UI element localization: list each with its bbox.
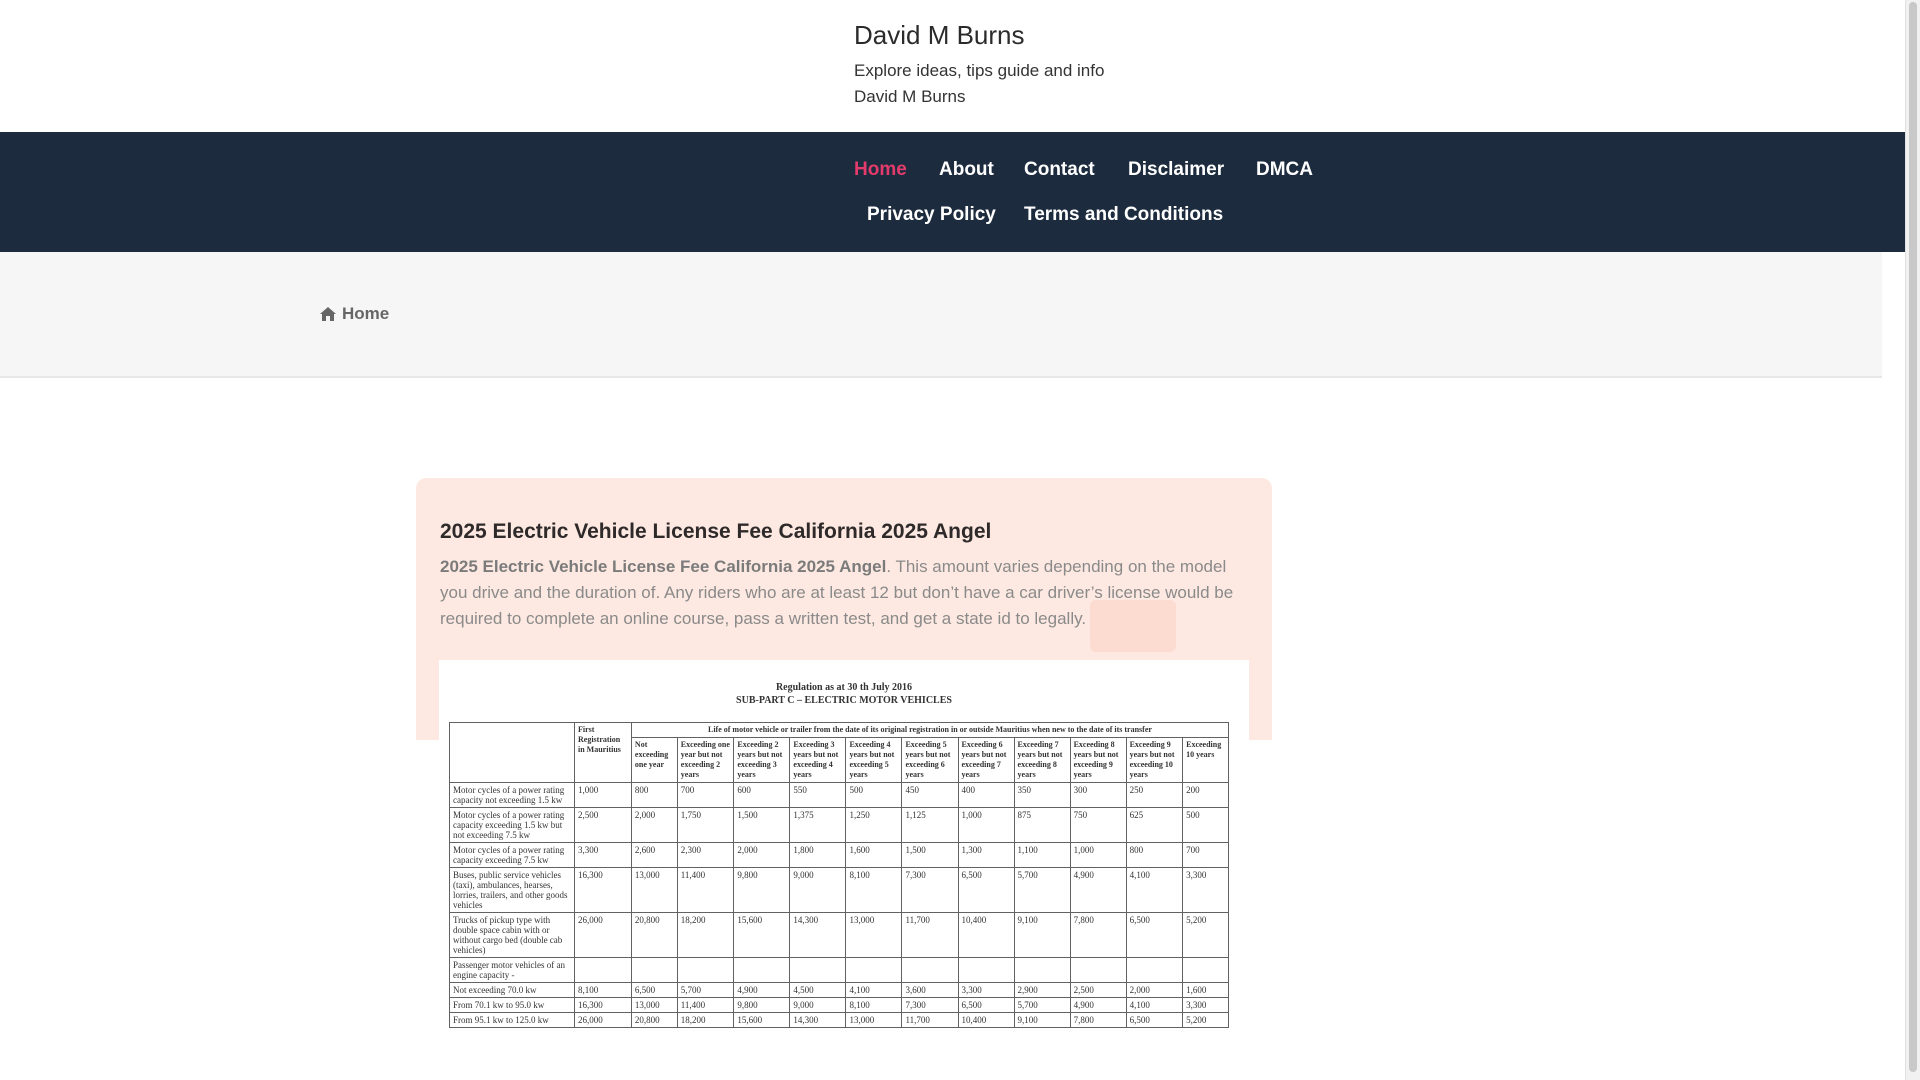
nav-item-about[interactable]: About	[939, 159, 994, 181]
nav-item-privacy-policy[interactable]: Privacy Policy	[867, 204, 996, 226]
home-icon	[320, 307, 336, 321]
image-overlay	[439, 660, 1249, 1080]
nav-item-disclaimer[interactable]: Disclaimer	[1128, 159, 1224, 181]
breadcrumb[interactable]: Home	[320, 304, 389, 324]
nav-item-home[interactable]: Home	[854, 159, 907, 181]
main-navigation: Home About Contact Disclaimer DMCA Priva…	[0, 132, 1905, 252]
nav-item-contact[interactable]: Contact	[1024, 159, 1095, 181]
post-card: 2025 Electric Vehicle License Fee Califo…	[416, 478, 1272, 1080]
post-title[interactable]: 2025 Electric Vehicle License Fee Califo…	[440, 520, 991, 544]
site-branding: David M Burns Explore ideas, tips guide …	[854, 18, 1104, 110]
site-description: Explore ideas, tips guide and info David…	[854, 58, 1104, 110]
breadcrumb-home-label: Home	[342, 304, 390, 323]
post-excerpt: 2025 Electric Vehicle License Fee Califo…	[440, 554, 1250, 632]
site-tagline: Explore ideas, tips guide and info	[854, 61, 1105, 80]
site-title[interactable]: David M Burns	[854, 18, 1104, 52]
breadcrumb-band: Home	[0, 252, 1882, 378]
nav-item-dmca[interactable]: DMCA	[1256, 159, 1313, 181]
scrollbar-thumb[interactable]	[1909, 2, 1917, 1072]
page-scrollbar[interactable]	[1905, 0, 1920, 1080]
site-header: David M Burns Explore ideas, tips guide …	[0, 0, 1905, 132]
nav-item-terms[interactable]: Terms and Conditions	[1024, 204, 1223, 226]
post-featured-image[interactable]: Regulation as at 30 th July 2016 SUB-PAR…	[439, 660, 1249, 1080]
post-excerpt-bold: 2025 Electric Vehicle License Fee Califo…	[440, 557, 887, 576]
site-author: David M Burns	[854, 87, 966, 106]
